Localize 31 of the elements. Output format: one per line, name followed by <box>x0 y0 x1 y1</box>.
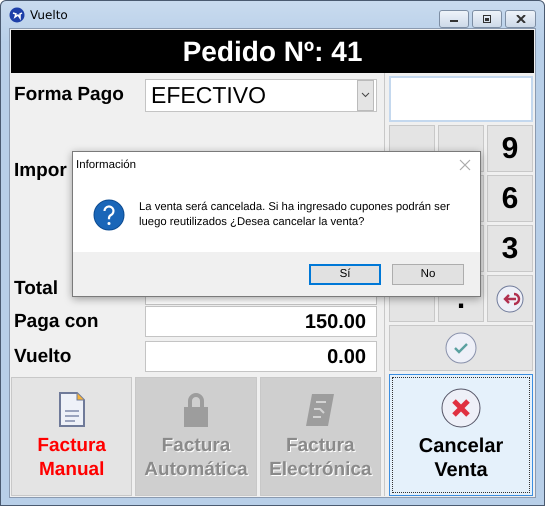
checkmark-icon <box>445 332 477 364</box>
cancel-icon <box>441 388 481 428</box>
amount-field[interactable]: 0.00 <box>145 341 377 372</box>
close-icon <box>459 158 471 170</box>
amount-field[interactable]: 150.00 <box>145 306 377 337</box>
field-label: Forma Pago <box>14 84 124 106</box>
maximize-button[interactable] <box>472 10 502 28</box>
keypad-key[interactable]: 3 <box>487 225 533 272</box>
field-label: Total <box>14 278 58 300</box>
field-label: Impor <box>14 160 67 182</box>
document-icon <box>56 392 87 428</box>
order-header: Pedido Nº: 41 <box>11 30 534 73</box>
close-icon <box>516 15 526 23</box>
app-logo-icon <box>9 6 25 22</box>
keypad-key[interactable]: 9 <box>487 125 533 172</box>
backspace-key[interactable] <box>487 275 533 322</box>
dialog-title: Información <box>76 158 136 170</box>
field-label: Paga con <box>14 310 98 332</box>
maximize-icon <box>482 15 492 23</box>
close-button[interactable] <box>505 10 536 28</box>
question-icon <box>93 198 125 230</box>
dialog-button[interactable]: Sí <box>309 264 381 284</box>
minimize-button[interactable] <box>439 10 469 28</box>
window-title: Vuelto <box>30 8 68 22</box>
dialog-message: La venta será cancelada. Si ha ingresado cupones podrán ser luego reutilizados ¿Desea cancelar la venta? <box>139 200 450 230</box>
keypad-key[interactable]: 6 <box>487 175 533 222</box>
payment-dropdown[interactable]: EFECTIVO <box>145 78 377 112</box>
chevron-down-icon <box>361 92 370 98</box>
dialog-button[interactable]: No <box>392 264 464 284</box>
cancel-sale-button[interactable]: Cancelar Venta <box>389 374 533 496</box>
field-label: Vuelto <box>14 346 72 368</box>
